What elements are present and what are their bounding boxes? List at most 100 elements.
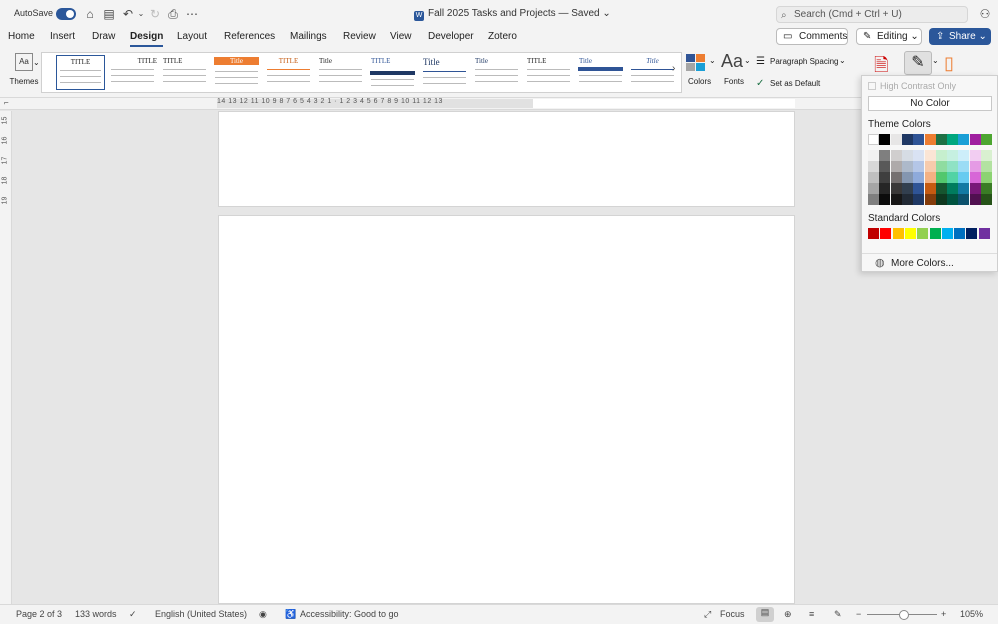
theme-shade-swatch[interactable]: [868, 161, 879, 172]
theme-shade-swatch[interactable]: [981, 183, 992, 194]
tab-draw[interactable]: Draw: [92, 31, 115, 42]
accessibility-status[interactable]: Accessibility: Good to go: [300, 609, 399, 619]
theme-shade-swatch[interactable]: [935, 183, 947, 194]
theme-shade-swatch[interactable]: [958, 150, 970, 161]
zoom-level[interactable]: 105%: [960, 609, 983, 619]
theme-shade-swatch[interactable]: [958, 161, 970, 172]
standard-color-swatch[interactable]: [904, 228, 916, 239]
theme-shade-swatch[interactable]: [935, 194, 947, 205]
theme-shade-swatch[interactable]: [969, 172, 981, 183]
comments-button[interactable]: ▭ Comments: [776, 28, 848, 45]
theme-shade-swatch[interactable]: [935, 172, 947, 183]
theme-shade-swatch[interactable]: [913, 150, 925, 161]
theme-color-swatch[interactable]: [947, 134, 959, 145]
theme-shade-swatch[interactable]: [947, 183, 959, 194]
fonts-dropdown-icon[interactable]: ⌄: [744, 56, 751, 65]
gallery-expand-icon[interactable]: ›: [672, 63, 675, 74]
theme-shade-swatch[interactable]: [879, 172, 891, 183]
record-icon[interactable]: ◉: [259, 609, 267, 620]
tab-review[interactable]: Review: [343, 31, 376, 42]
theme-shade-swatch[interactable]: [913, 161, 925, 172]
print-icon[interactable]: ⎙: [166, 7, 180, 21]
theme-color-swatch[interactable]: [868, 134, 879, 145]
undo-icon[interactable]: ↶: [121, 7, 135, 21]
tab-references[interactable]: References: [224, 31, 275, 42]
theme-color-swatch[interactable]: [969, 134, 981, 145]
style-set-item[interactable]: TITLE: [108, 55, 157, 90]
standard-color-swatch[interactable]: [880, 228, 892, 239]
standard-color-swatch[interactable]: [892, 228, 904, 239]
standard-color-swatch[interactable]: [954, 228, 966, 239]
theme-shade-swatch[interactable]: [868, 150, 879, 161]
zoom-out-icon[interactable]: −: [856, 609, 861, 619]
standard-color-swatch[interactable]: [868, 228, 879, 239]
theme-shade-swatch[interactable]: [958, 194, 970, 205]
theme-color-swatch[interactable]: [935, 134, 947, 145]
colors-label[interactable]: Colors: [688, 77, 711, 86]
tab-design[interactable]: Design: [130, 31, 164, 47]
theme-shade-swatch[interactable]: [913, 194, 925, 205]
theme-shade-swatch[interactable]: [890, 161, 902, 172]
theme-shade-swatch[interactable]: [901, 150, 913, 161]
theme-shade-swatch[interactable]: [969, 183, 981, 194]
theme-color-swatch[interactable]: [924, 134, 936, 145]
tab-view[interactable]: View: [390, 31, 412, 42]
language[interactable]: English (United States): [155, 609, 247, 619]
theme-shade-swatch[interactable]: [879, 150, 891, 161]
theme-shade-swatch[interactable]: [868, 194, 879, 205]
style-set-item[interactable]: TITLE: [368, 55, 417, 90]
theme-shade-swatch[interactable]: [890, 150, 902, 161]
theme-shade-swatch[interactable]: [981, 161, 992, 172]
theme-shade-swatch[interactable]: [868, 183, 879, 194]
page-2[interactable]: [218, 215, 795, 604]
theme-shade-swatch[interactable]: [935, 161, 947, 172]
theme-color-swatch[interactable]: [981, 134, 992, 145]
style-set-item[interactable]: Title: [420, 55, 469, 90]
colors-dropdown-icon[interactable]: ⌄: [709, 56, 716, 65]
page-color-dropdown-icon[interactable]: ⌄: [932, 56, 939, 65]
tab-zotero[interactable]: Zotero: [488, 31, 517, 42]
style-set-item[interactable]: TITLE: [264, 55, 313, 90]
save-icon[interactable]: ▤: [102, 7, 116, 21]
theme-shade-swatch[interactable]: [924, 161, 936, 172]
high-contrast-checkbox[interactable]: High Contrast Only: [868, 81, 956, 91]
standard-color-swatch[interactable]: [941, 228, 953, 239]
theme-shade-swatch[interactable]: [947, 161, 959, 172]
theme-shade-swatch[interactable]: [890, 194, 902, 205]
standard-color-swatch[interactable]: [978, 228, 990, 239]
theme-shade-swatch[interactable]: [924, 194, 936, 205]
theme-shade-swatch[interactable]: [913, 183, 925, 194]
theme-shade-swatch[interactable]: [901, 194, 913, 205]
page-borders-icon[interactable]: ▯: [944, 53, 954, 74]
standard-color-swatch[interactable]: [929, 228, 941, 239]
style-set-item[interactable]: Title: [212, 55, 261, 90]
colors-icon[interactable]: [686, 54, 705, 72]
theme-shade-swatch[interactable]: [947, 194, 959, 205]
autosave-toggle[interactable]: [56, 8, 76, 20]
standard-color-swatch[interactable]: [917, 228, 929, 239]
proofing-icon[interactable]: ✓: [129, 609, 137, 620]
tab-developer[interactable]: Developer: [428, 31, 474, 42]
share-button[interactable]: ⇪ Share ⌄: [929, 28, 991, 45]
paragraph-spacing-button[interactable]: Paragraph Spacing: [770, 57, 839, 66]
theme-color-swatch[interactable]: [890, 134, 902, 145]
focus-button[interactable]: Focus: [720, 609, 745, 619]
theme-shade-swatch[interactable]: [958, 172, 970, 183]
no-color-button[interactable]: No Color: [868, 96, 992, 111]
theme-shade-swatch[interactable]: [879, 183, 891, 194]
outline-icon[interactable]: ≡: [809, 609, 814, 619]
page-count[interactable]: Page 2 of 3: [16, 609, 62, 619]
fonts-icon[interactable]: Aa: [721, 51, 743, 72]
word-count[interactable]: 133 words: [75, 609, 117, 619]
style-set-item[interactable]: Title: [316, 55, 365, 90]
page-1[interactable]: [218, 111, 795, 207]
style-set-item[interactable]: TITLE: [160, 55, 209, 90]
set-as-default-button[interactable]: Set as Default: [770, 79, 820, 88]
zoom-slider[interactable]: [867, 610, 937, 620]
draft-icon[interactable]: ✎: [834, 609, 842, 620]
account-icon[interactable]: ⚇: [978, 7, 992, 21]
theme-shade-swatch[interactable]: [947, 150, 959, 161]
zoom-in-icon[interactable]: +: [941, 609, 946, 619]
theme-shade-swatch[interactable]: [901, 161, 913, 172]
theme-shade-swatch[interactable]: [890, 172, 902, 183]
